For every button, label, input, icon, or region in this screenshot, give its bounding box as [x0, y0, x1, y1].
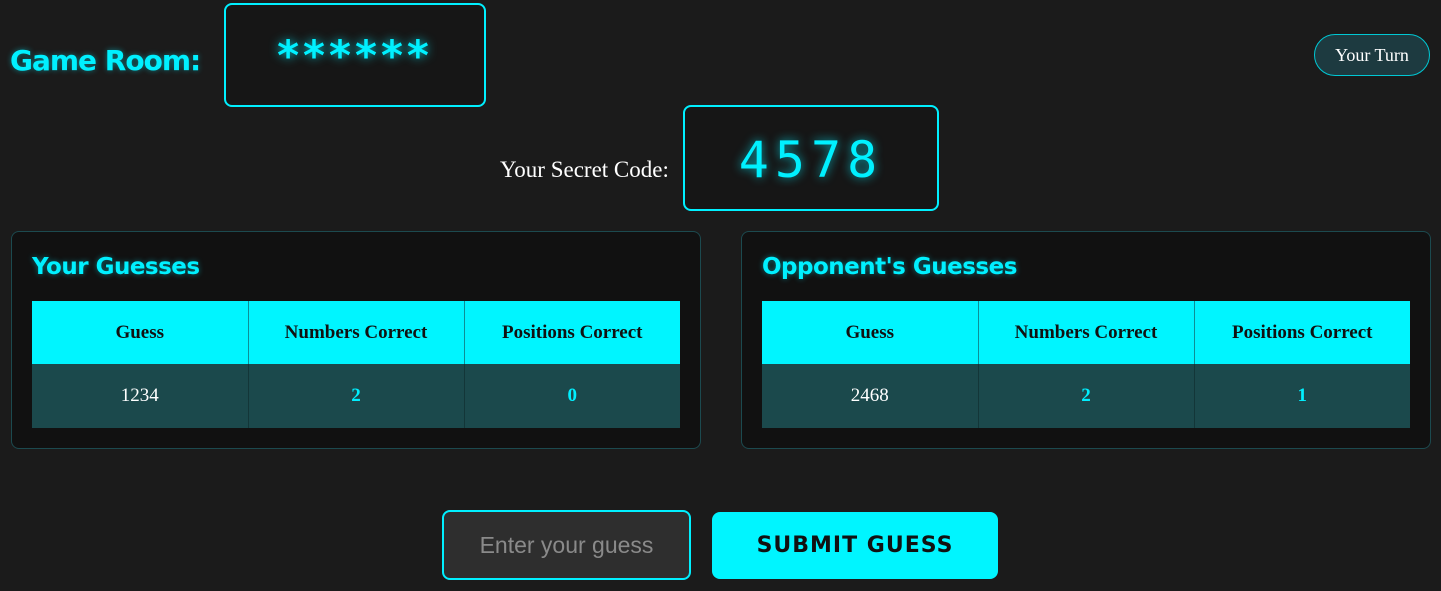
- room-code: ******: [277, 31, 433, 80]
- guess-cell: 1234: [32, 364, 249, 428]
- turn-status-badge: Your Turn: [1314, 34, 1430, 76]
- submit-guess-button[interactable]: SUBMIT GUESS: [712, 512, 998, 579]
- opponent-guesses-title: Opponent's Guesses: [762, 254, 1017, 280]
- game-room-label: Game Room:: [10, 44, 201, 77]
- positions-correct-cell: 1: [1194, 364, 1410, 428]
- room-code-box: ******: [224, 3, 486, 107]
- opponent-guesses-table: Guess Numbers Correct Positions Correct …: [762, 301, 1410, 428]
- table-header-row: Guess Numbers Correct Positions Correct: [32, 301, 680, 364]
- column-header-guess: Guess: [762, 301, 979, 364]
- table-row: 1234 2 0: [32, 364, 680, 428]
- numbers-correct-cell: 2: [978, 364, 1195, 428]
- opponent-guesses-panel: Opponent's Guesses Guess Numbers Correct…: [741, 231, 1431, 449]
- column-header-numbers-correct: Numbers Correct: [978, 301, 1195, 364]
- your-guesses-panel: Your Guesses Guess Numbers Correct Posit…: [11, 231, 701, 449]
- column-header-positions-correct: Positions Correct: [1194, 301, 1410, 364]
- secret-code-label: Your Secret Code:: [500, 157, 669, 182]
- guess-input[interactable]: [442, 510, 691, 580]
- numbers-correct-cell: 2: [248, 364, 465, 428]
- column-header-numbers-correct: Numbers Correct: [248, 301, 465, 364]
- positions-correct-cell: 0: [464, 364, 680, 428]
- table-row: 2468 2 1: [762, 364, 1410, 428]
- secret-code-box: 4578: [683, 105, 939, 211]
- table-header-row: Guess Numbers Correct Positions Correct: [762, 301, 1410, 364]
- column-header-guess: Guess: [32, 301, 249, 364]
- secret-code: 4578: [738, 131, 884, 189]
- your-guesses-title: Your Guesses: [32, 254, 200, 280]
- column-header-positions-correct: Positions Correct: [464, 301, 680, 364]
- guess-cell: 2468: [762, 364, 979, 428]
- your-guesses-table: Guess Numbers Correct Positions Correct …: [32, 301, 680, 428]
